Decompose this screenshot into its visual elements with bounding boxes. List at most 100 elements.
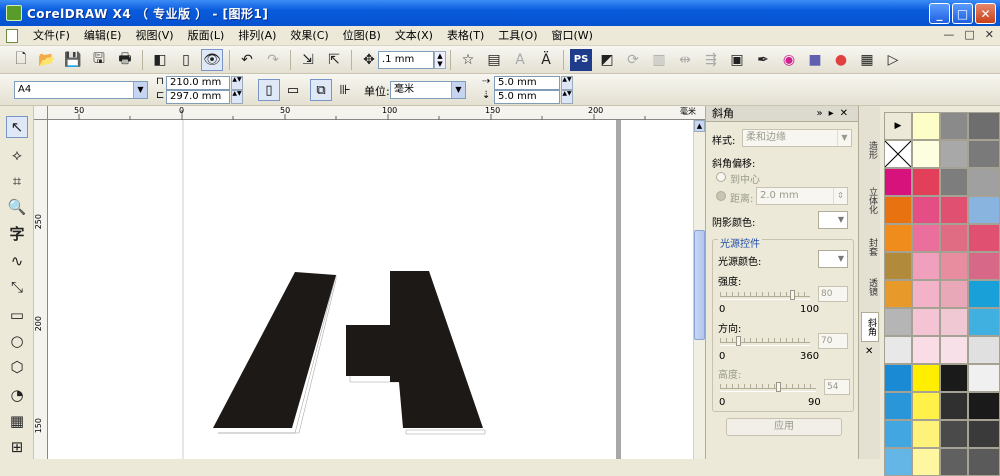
color-swatch[interactable] [912,224,940,252]
menu-tools[interactable]: 工具(O) [491,26,544,46]
page-width-input[interactable]: 210.0 mm [166,76,230,90]
pen-icon[interactable]: ✒ [752,49,774,71]
pdf-icon[interactable]: ▦ [856,49,878,71]
artistic-text-icon[interactable]: A [509,49,531,71]
color-swatch[interactable] [884,364,912,392]
undo-icon[interactable]: ↶ [236,49,258,71]
text-block-icon[interactable]: ▤ [483,49,505,71]
docker-expand-icon[interactable]: » [816,108,828,119]
color-swatch[interactable] [968,364,1000,392]
menu-bitmaps[interactable]: 位图(B) [336,26,388,46]
color-swatch[interactable] [912,168,940,196]
color-swatch[interactable] [940,280,968,308]
menu-arrange[interactable]: 排列(A) [231,26,283,46]
direction-value-input[interactable]: 70 [818,333,848,349]
color-swatch[interactable] [968,140,1000,168]
color-swatch[interactable] [884,224,912,252]
color-swatch[interactable] [884,168,912,196]
mdi-minimize-button[interactable]: — [943,28,954,41]
horizontal-ruler[interactable]: 50 0 50 100 150 200 毫米 [48,106,705,120]
ruler-origin[interactable] [34,106,48,120]
color-swatch[interactable] [912,364,940,392]
units-select[interactable]: 毫米 ▼ [390,81,466,99]
photoshop-icon[interactable]: PS [570,48,592,71]
drawing-canvas[interactable] [48,120,693,459]
color-swatch[interactable] [940,112,968,140]
duplicate-y-input[interactable]: 5.0 mm [494,90,560,104]
color-swatch[interactable] [884,308,912,336]
page-left-icon[interactable]: ◧ [149,49,171,71]
color-swatch[interactable] [884,196,912,224]
minimize-button[interactable]: _ [929,3,950,24]
light-color-picker[interactable]: ▼ [818,250,848,268]
color-swatch[interactable] [940,140,968,168]
color-swatch[interactable] [940,336,968,364]
page-width-spinner[interactable]: ▲▼ [231,76,243,90]
color-swatch[interactable] [912,112,940,140]
nudge-spinner[interactable]: ▲ ▼ [434,50,446,69]
docker-arrow-icon[interactable]: ▸ [829,108,840,119]
duplicate-x-input[interactable]: 5.0 mm [494,76,560,90]
bevel-style-select[interactable]: 柔和边缘 ▼ [742,129,852,147]
play-icon[interactable]: ▷ [882,49,904,71]
transparency-icon[interactable]: ◩ [596,49,618,71]
color-swatch[interactable] [940,196,968,224]
color-swatch[interactable] [968,448,1000,476]
color-swatch[interactable] [940,308,968,336]
color-swatch[interactable] [968,336,1000,364]
menu-edit[interactable]: 编辑(E) [77,26,129,46]
tab-envelope[interactable]: 封套 [861,230,879,264]
no-color-swatch[interactable] [884,140,912,168]
menu-view[interactable]: 视图(V) [128,26,180,46]
color-swatch[interactable] [884,392,912,420]
color-swatch[interactable] [912,308,940,336]
tab-close-icon[interactable]: ✕ [865,346,873,357]
docker-close-icon[interactable]: ✕ [840,108,854,119]
intensity-slider-knob[interactable] [790,290,795,300]
menu-layout[interactable]: 版面(L) [181,26,232,46]
duplicate-x-spinner[interactable]: ▲▼ [561,76,573,90]
current-page-icon[interactable]: ⊪ [334,79,356,101]
zoom-tool-icon[interactable]: 🔍 [6,196,28,218]
nudge-offset-input[interactable]: .1 mm [378,50,434,69]
table-tool-icon[interactable]: ▦ [6,410,28,432]
menu-text[interactable]: 文本(X) [388,26,440,46]
menu-file[interactable]: 文件(F) [26,26,77,46]
scroll-up-icon[interactable]: ▲ [694,120,705,132]
color-swatch[interactable] [912,448,940,476]
color-swatch[interactable] [884,252,912,280]
apply-button[interactable]: 应用 [726,418,842,436]
distance-input[interactable]: 2.0 mm ⇕ [756,187,848,205]
blend-icon[interactable]: ▥ [648,49,670,71]
crop-tool-icon[interactable]: ⌗ [6,170,28,192]
color-swatch[interactable] [968,252,1000,280]
color-swatch[interactable] [968,224,1000,252]
chevron-down-icon[interactable]: ▼ [451,82,465,98]
close-button[interactable]: ✕ [975,3,996,24]
menu-window[interactable]: 窗口(W) [545,26,600,46]
direction-slider-knob[interactable] [736,336,741,346]
redo-icon[interactable]: ↷ [262,49,284,71]
color-swatch[interactable] [968,280,1000,308]
align-right-icon[interactable]: ⇶ [700,49,722,71]
ellipse-tool-icon[interactable]: ○ [6,330,28,352]
color-swatch[interactable] [940,252,968,280]
portrait-icon[interactable]: ▯ [258,79,280,101]
color-swatch[interactable] [912,140,940,168]
tab-bevel[interactable]: 斜角 [861,312,879,342]
palette-scroll-up-icon[interactable]: ▶ [884,112,912,140]
color-swatch[interactable] [912,392,940,420]
color-wheel-icon[interactable]: ◉ [778,49,800,71]
color-swatch[interactable] [912,252,940,280]
duplicate-y-spinner[interactable]: ▲▼ [561,90,573,104]
distance-radio[interactable] [716,191,726,201]
menu-effects[interactable]: 效果(C) [283,26,335,46]
tab-extrude[interactable]: 立体化 [861,176,879,224]
page-height-input[interactable]: 297.0 mm [166,90,230,104]
rectangle-tool-icon[interactable]: ▭ [6,304,28,326]
color-swatch[interactable] [968,420,1000,448]
grid-tool-icon[interactable]: ⊞ [6,436,28,458]
color-swatch[interactable] [968,308,1000,336]
tab-shaping[interactable]: 造形 [861,132,879,168]
chevron-down-icon[interactable]: ▼ [837,130,851,146]
